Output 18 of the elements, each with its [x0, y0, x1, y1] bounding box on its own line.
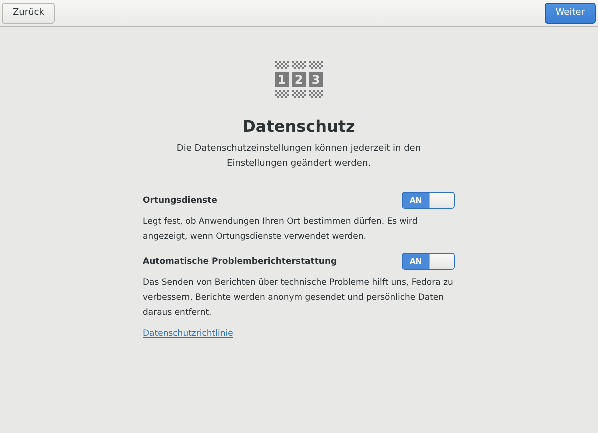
checker-icon	[292, 61, 306, 69]
checker-icon	[309, 90, 323, 98]
checker-icon	[292, 90, 306, 98]
page-title: Datenschutz	[242, 117, 356, 136]
digit-tile: 1	[275, 72, 289, 87]
setting-label: Automatische Problemberichterstattung	[143, 256, 338, 266]
digit-tile: 3	[309, 72, 323, 87]
checker-icon	[275, 90, 289, 98]
next-button[interactable]: Weiter	[544, 2, 596, 24]
back-button[interactable]: Zurück	[2, 2, 56, 24]
privacy-link[interactable]: Datenschutzrichtlinie	[143, 329, 234, 339]
digit-tile: 2	[292, 72, 306, 87]
setting-description: Legt fest, ob Anwendungen Ihren Ort bestimmen dürfen. Es wird angezeigt, wenn Ortungsdienste verwendet werden.	[143, 216, 419, 244]
checker-icon	[309, 61, 323, 69]
setting-description: Das Senden von Berichten über technische Probleme hilft uns, Fedora zu verbessern. Berichte werden anonym gesendet und persönliche Daten daraus entfernt.	[143, 277, 454, 320]
setting-label: Ortungsdienste	[143, 196, 218, 206]
subtitle: Die Datenschutzeinstellungen können jederzeit in den Einstellungen geändert werden.	[176, 143, 422, 171]
checker-icon	[275, 61, 289, 69]
